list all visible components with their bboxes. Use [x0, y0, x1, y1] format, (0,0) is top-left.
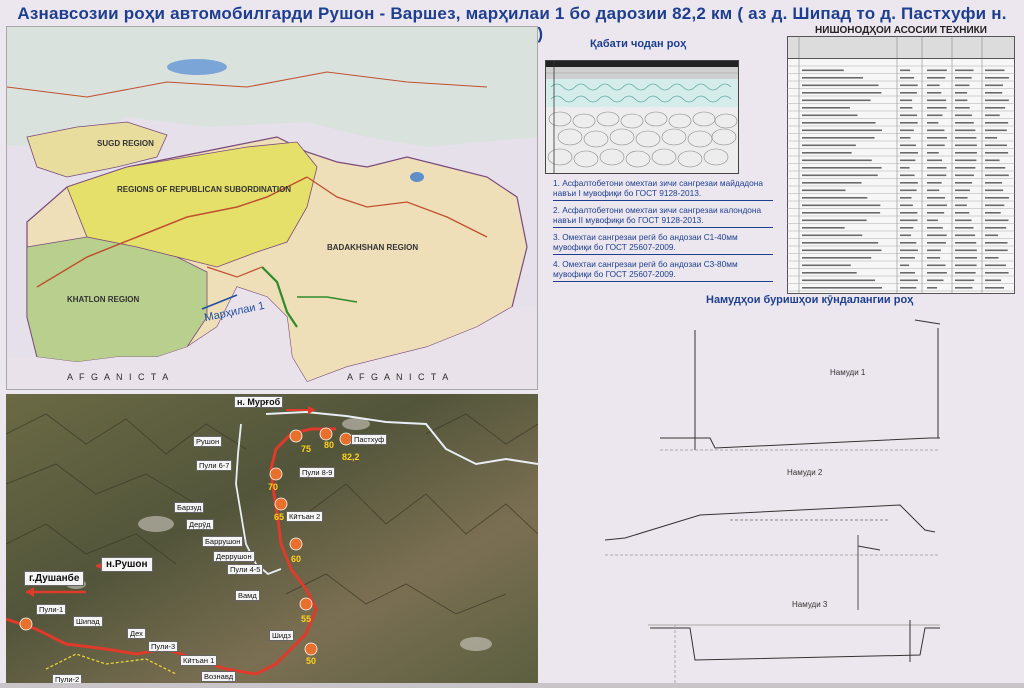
cross-sections: Намуди 1 Намуди 2 Намуди 3: [600, 310, 1020, 683]
km-mark-75: 75: [301, 444, 312, 454]
pavement-layers-graphic: [546, 61, 738, 173]
km-mark-80: 80: [324, 440, 335, 450]
place-puli-1: Пули-1: [36, 604, 67, 615]
place-puli-8-9: Пули 8-9: [299, 467, 336, 478]
place-barzud: Барзуд: [174, 502, 205, 513]
region-map: SUGD REGION REGIONS OF REPUBLICAN SUBORD…: [6, 26, 538, 390]
region-map-graphic: [7, 27, 537, 389]
layer-item-4: 4. Омехтаи сангрезаи регӣ бо андозаи С3-…: [553, 255, 773, 282]
km-mark-82: 82,2: [342, 452, 360, 462]
region-label-rrs: REGIONS OF REPUBLICAN SUBORDINATION: [117, 185, 292, 194]
place-kitan-2: Кӣтъан 2: [286, 511, 324, 522]
km-mark-60: 60: [291, 554, 302, 564]
layer-item-3: 3. Омехтаи сангрезаи регӣ бо андозаи С1-…: [553, 228, 773, 255]
satellite-route-map: н. Мурғоб Пастхуф Рушон Пули 6-7 Пули 8-…: [6, 394, 538, 683]
cross-sections-graphic: [604, 319, 941, 683]
pavement-layers-diagram: [545, 60, 739, 174]
layer-item-2: 2. Асфалтобетони омехтаи зичи сангрезаи …: [553, 201, 773, 228]
region-label-badakhshan: BADAKHSHAN REGION: [327, 243, 419, 252]
afghanistan-label-left: A F G A N I C T A: [67, 372, 171, 382]
place-rushon-village: Рушон: [193, 436, 223, 447]
profile-label-3: Намуди 3: [792, 600, 828, 609]
place-puli-6-7: Пули 6-7: [196, 460, 233, 471]
profiles-title: Намудҳои буришҳои кӯндалангии роҳ: [706, 294, 914, 306]
profile-label-1: Намуди 1: [830, 368, 866, 377]
spec-table-grid: [787, 36, 1015, 294]
place-dushanbe: г.Душанбе: [24, 571, 85, 586]
place-voznavd: Вознавд: [201, 671, 237, 682]
place-puli-3: Пули-3: [148, 641, 179, 652]
place-puli-2: Пули-2: [52, 674, 83, 683]
spec-table: [787, 36, 1015, 294]
place-barrushon: Баррушон: [202, 536, 244, 547]
region-label-sugd: SUGD REGION: [97, 139, 154, 148]
km-mark-65: 65: [274, 512, 285, 522]
km-mark-50: 50: [306, 656, 317, 666]
place-n-rushon: н.Рушон: [101, 557, 153, 572]
region-label-khatlon: KHATLON REGION: [67, 295, 140, 304]
place-shipad: Шипад: [73, 616, 103, 627]
layers-title: Қабати чодан роҳ: [590, 38, 687, 50]
place-dekh: Дех: [127, 628, 146, 639]
place-kitan-1: Кӣтъан 1: [180, 655, 218, 666]
afghanistan-label-right: A F G A N I C T A: [347, 372, 451, 382]
place-vamd: Вамд: [235, 590, 260, 601]
profile-label-2: Намуди 2: [787, 468, 823, 477]
km-mark-55: 55: [301, 614, 312, 624]
place-derud: Дерӯд: [186, 519, 214, 530]
place-murgob: н. Мурғоб: [234, 396, 284, 408]
place-shidz: Шидз: [269, 630, 294, 641]
km-mark-70: 70: [268, 482, 279, 492]
place-pastkhuf: Пастхуф: [351, 434, 388, 445]
place-puli-4-5: Пули 4-5: [227, 564, 264, 575]
layer-item-1: 1. Асфалтобетони омехтаи зичи сангрезаи …: [553, 174, 773, 201]
layers-legend: 1. Асфалтобетони омехтаи зичи сангрезаи …: [553, 174, 773, 282]
place-derrushon: Деррушон: [213, 551, 255, 562]
spec-table-title: НИШОНОДҲОИ АСОСИИ ТЕХНИКИ: [815, 25, 987, 36]
